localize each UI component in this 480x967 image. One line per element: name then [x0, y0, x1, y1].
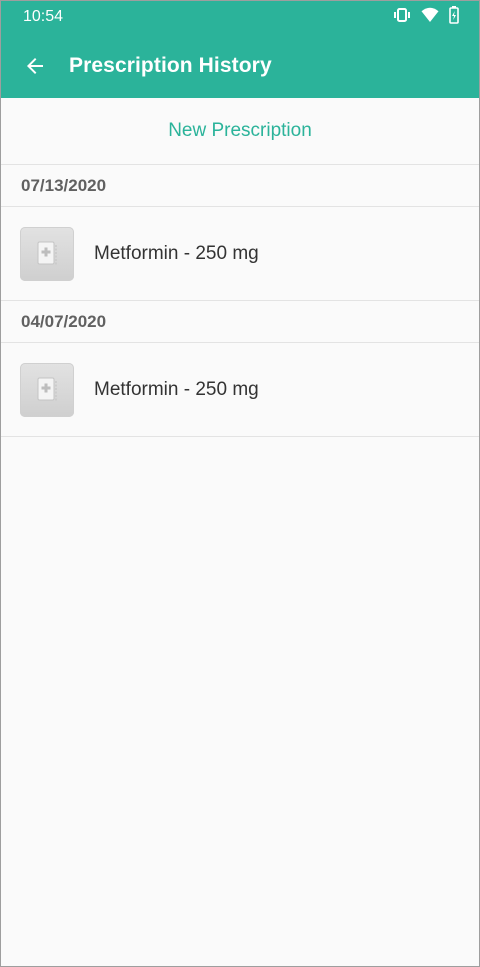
arrow-left-icon [27, 57, 43, 74]
toolbar: Prescription History [1, 33, 479, 98]
section-date-header: 07/13/2020 [1, 165, 479, 207]
prescription-doc-icon [20, 362, 74, 417]
wifi-icon [421, 7, 439, 28]
battery-charging-icon [449, 5, 459, 29]
app-screen: 10:54 Prescription History New Prescript… [0, 0, 480, 967]
prescription-label: Metformin - 250 mg [94, 242, 259, 264]
prescription-label: Metformin - 250 mg [94, 378, 259, 400]
page-title: Prescription History [69, 53, 272, 77]
status-bar: 10:54 [1, 1, 479, 33]
status-icons [393, 5, 459, 29]
prescription-doc-icon [20, 226, 74, 281]
back-button[interactable] [21, 52, 49, 80]
prescription-list-item[interactable]: Metformin - 250 mg [1, 207, 479, 301]
new-prescription-button[interactable]: New Prescription [1, 98, 479, 165]
status-time: 10:54 [23, 8, 64, 25]
section-date-header: 04/07/2020 [1, 301, 479, 343]
vibrate-icon [393, 7, 411, 28]
app-bar: 10:54 Prescription History [1, 1, 479, 98]
prescription-list-item[interactable]: Metformin - 250 mg [1, 343, 479, 437]
